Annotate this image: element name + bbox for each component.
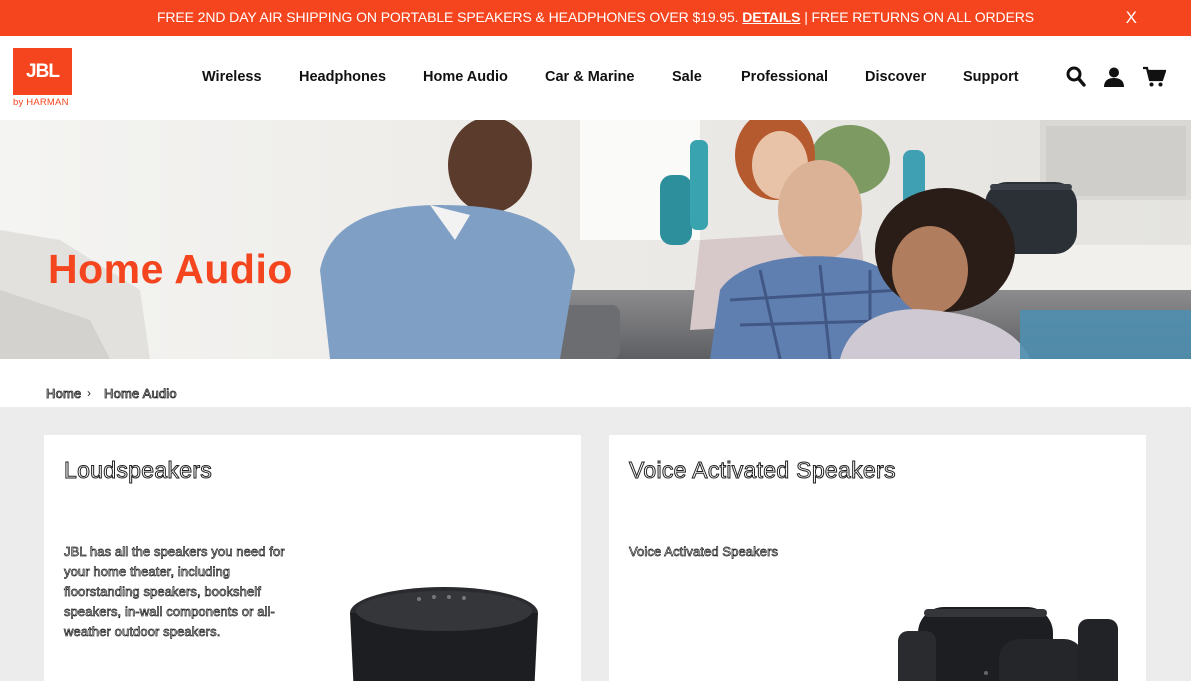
promo-text: FREE 2ND DAY AIR SHIPPING ON PORTABLE SP…	[0, 9, 1191, 25]
breadcrumb: Home › Home Audio	[0, 359, 1191, 407]
cart-icon[interactable]	[1142, 66, 1167, 93]
nav-item-home-audio[interactable]: Home Audio	[423, 69, 508, 85]
logo-subtitle: by HARMAN	[13, 97, 69, 108]
nav-item-support[interactable]: Support	[963, 69, 1019, 85]
jbl-logo[interactable]: JBL by HARMAN	[13, 48, 73, 108]
loudspeaker-product-image	[350, 587, 538, 681]
hero-banner: Home Audio	[0, 120, 1191, 359]
nav-item-headphones[interactable]: Headphones	[299, 69, 386, 85]
hero-title: Home Audio	[48, 246, 293, 292]
hero-photo	[0, 120, 1191, 359]
category-grid: Loudspeakers JBL has all the speakers yo…	[0, 407, 1191, 681]
site-header: JBL by HARMAN Wireless Headphones Home A…	[0, 36, 1191, 120]
nav-item-professional[interactable]: Professional	[741, 69, 828, 85]
breadcrumb-separator: ›	[87, 386, 91, 400]
close-icon[interactable]: X	[1126, 8, 1137, 28]
card-title: Voice Activated Speakers	[629, 457, 896, 484]
voice-speakers-product-image	[898, 607, 1118, 681]
search-icon[interactable]	[1066, 66, 1086, 93]
card-description: Voice Activated Speakers	[629, 544, 779, 560]
card-description: JBL has all the speakers you need for yo…	[64, 544, 285, 640]
promo-details-link[interactable]: DETAILS	[742, 9, 800, 25]
breadcrumb-home-link[interactable]: Home	[46, 386, 82, 402]
promo-returns: | FREE RETURNS ON ALL ORDERS	[804, 9, 1035, 25]
promo-banner: FREE 2ND DAY AIR SHIPPING ON PORTABLE SP…	[0, 0, 1191, 36]
nav-item-sale[interactable]: Sale	[672, 69, 702, 85]
nav-item-car-marine[interactable]: Car & Marine	[545, 69, 634, 85]
promo-message: FREE 2ND DAY AIR SHIPPING ON PORTABLE SP…	[156, 9, 739, 25]
card-title: Loudspeakers	[63, 457, 213, 484]
breadcrumb-current: Home Audio	[104, 386, 177, 402]
logo-mark: JBL	[13, 48, 72, 95]
category-card-loudspeakers[interactable]: Loudspeakers JBL has all the speakers yo…	[44, 435, 581, 681]
nav-item-discover[interactable]: Discover	[865, 69, 926, 85]
nav-item-wireless[interactable]: Wireless	[202, 69, 262, 85]
category-card-voice-activated[interactable]: Voice Activated Speakers Voice Activated…	[609, 435, 1146, 681]
account-icon[interactable]	[1103, 66, 1125, 93]
